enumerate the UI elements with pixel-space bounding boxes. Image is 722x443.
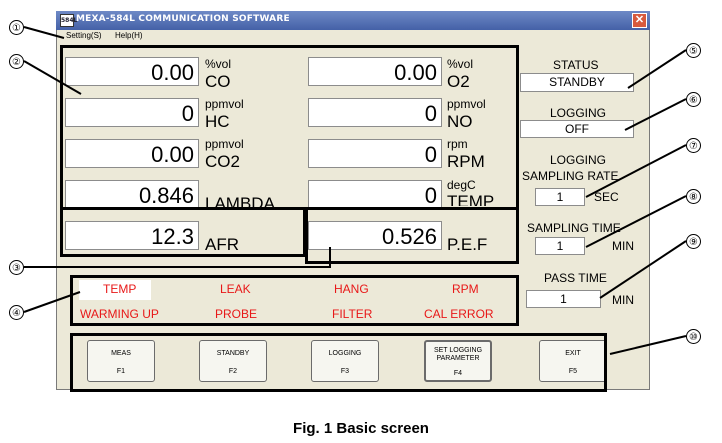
callout-line-8	[585, 195, 687, 248]
callout-1: ①	[9, 20, 24, 35]
callout-3: ③	[9, 260, 24, 275]
callout-line-9	[599, 240, 687, 299]
callout-6: ⑥	[686, 92, 701, 107]
callout-8: ⑧	[686, 189, 701, 204]
figure-caption: Fig. 1 Basic screen	[293, 420, 429, 437]
callout-line-2	[23, 60, 82, 95]
callout-5: ⑤	[686, 43, 701, 58]
callout-7: ⑦	[686, 138, 701, 153]
callout-9: ⑨	[686, 234, 701, 249]
callout-line-7	[585, 144, 687, 198]
callout-2: ②	[9, 54, 24, 69]
callout-10: ⑩	[686, 329, 701, 344]
callout-line-1	[23, 26, 65, 39]
callout-lines	[23, 26, 687, 355]
callout-4: ④	[9, 305, 24, 320]
callout-line-3	[24, 247, 331, 268]
callout-line-5	[627, 49, 687, 89]
callout-line-6	[624, 98, 687, 131]
callout-line-10	[609, 335, 687, 355]
callout-line-4	[23, 291, 81, 313]
